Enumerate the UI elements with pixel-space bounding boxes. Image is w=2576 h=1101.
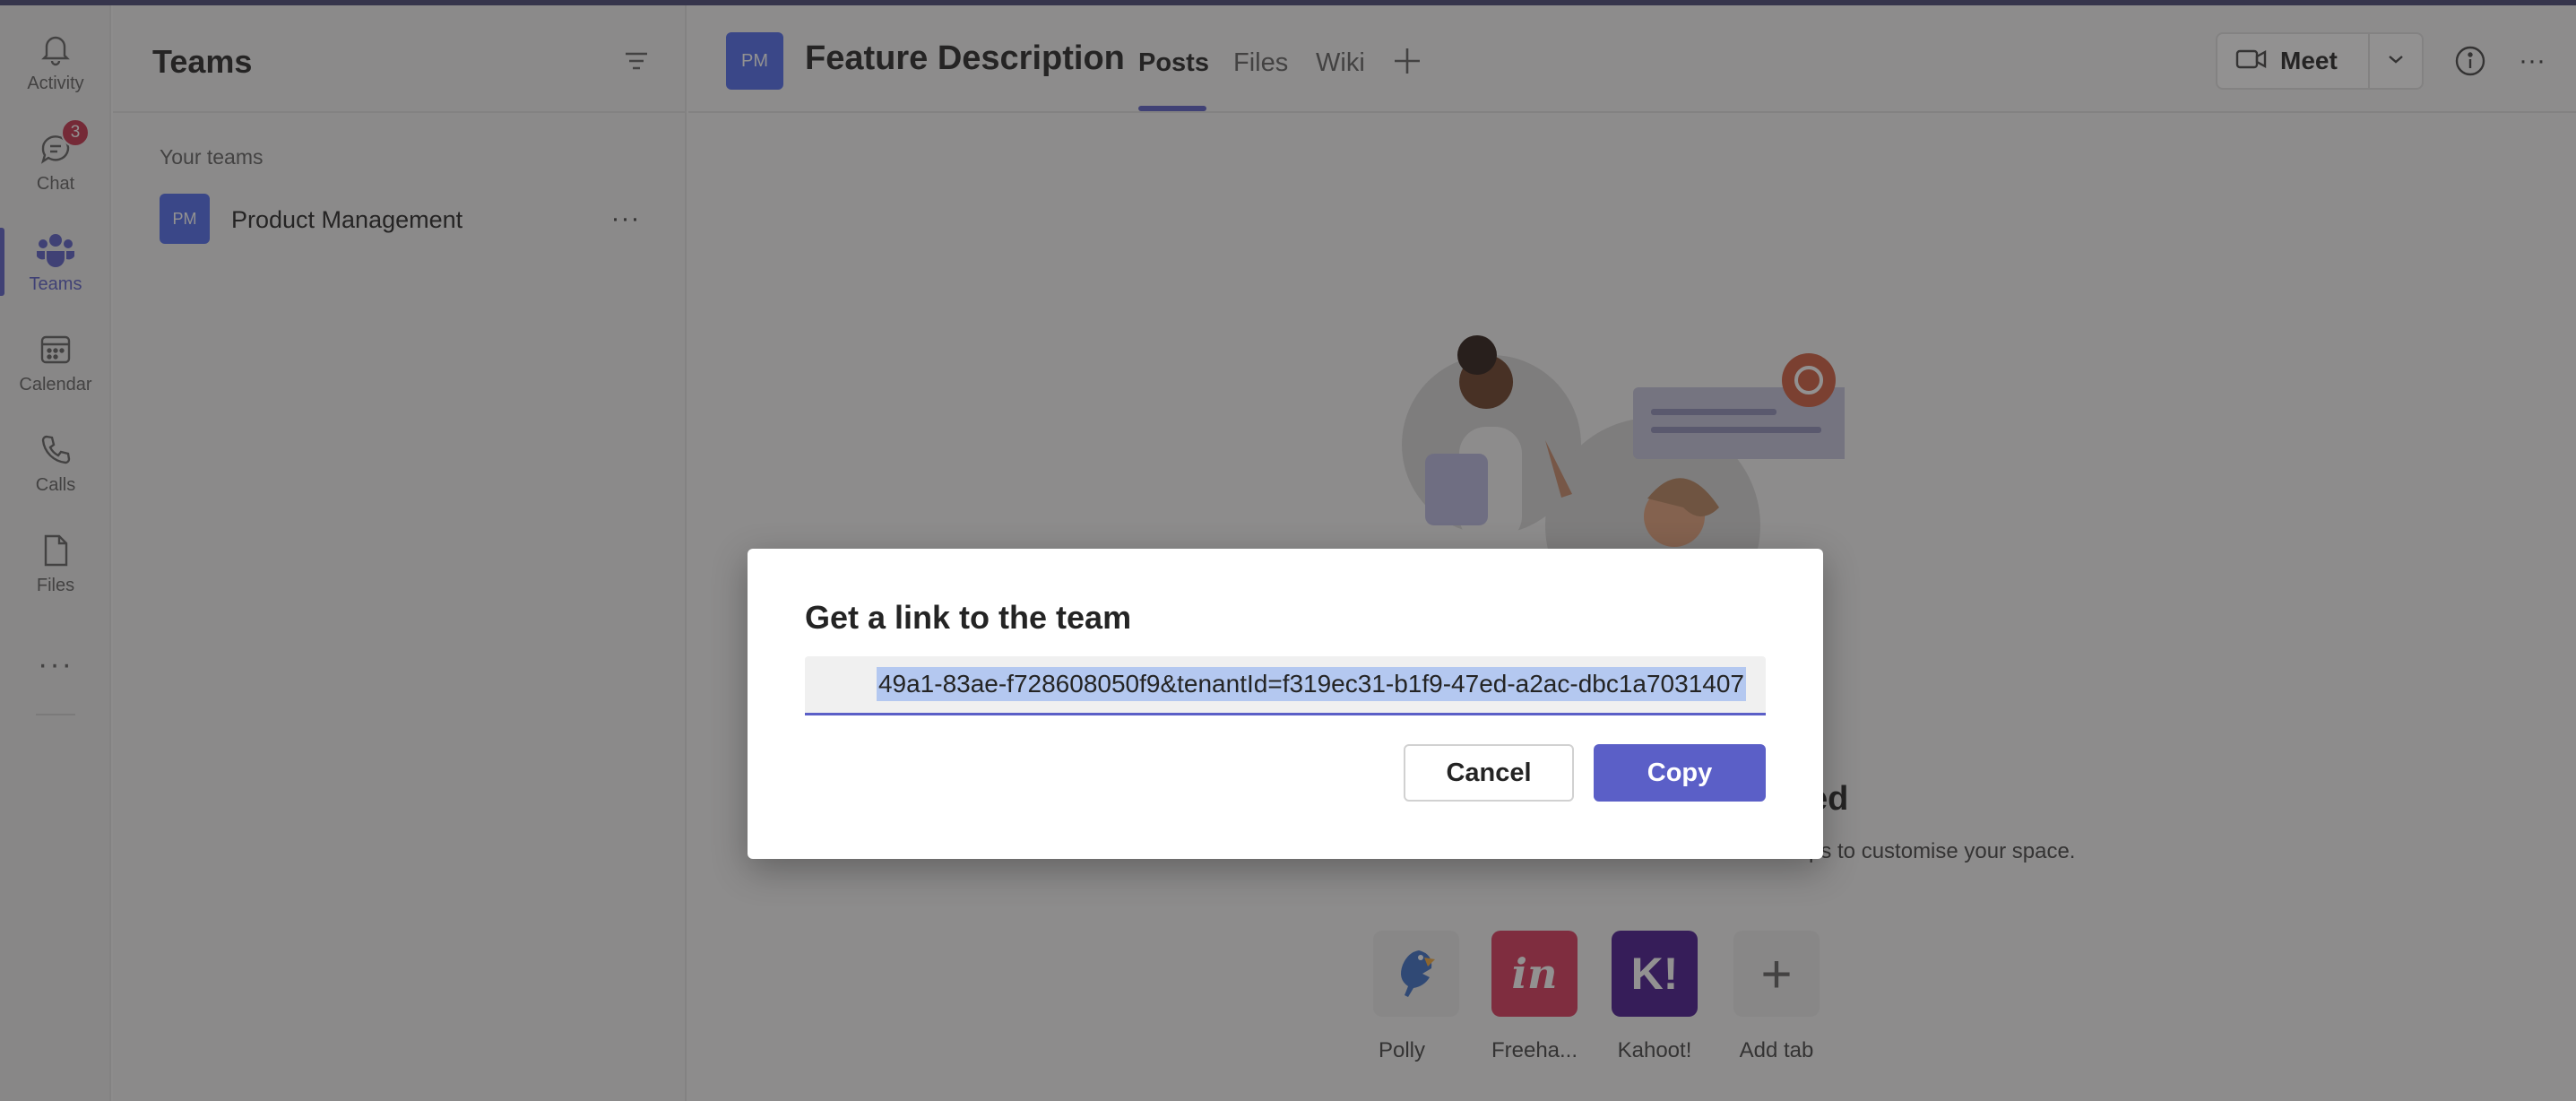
copy-button[interactable]: Copy [1594, 744, 1766, 802]
get-link-dialog: Get a link to the team 49a1-83ae-f728608… [748, 549, 1823, 859]
team-link-selected-text[interactable]: 49a1-83ae-f728608050f9&tenantId=f319ec31… [876, 667, 1746, 701]
cancel-button[interactable]: Cancel [1404, 744, 1574, 802]
team-link-field[interactable]: 49a1-83ae-f728608050f9&tenantId=f319ec31… [805, 656, 1766, 715]
dialog-title: Get a link to the team [805, 599, 1132, 636]
